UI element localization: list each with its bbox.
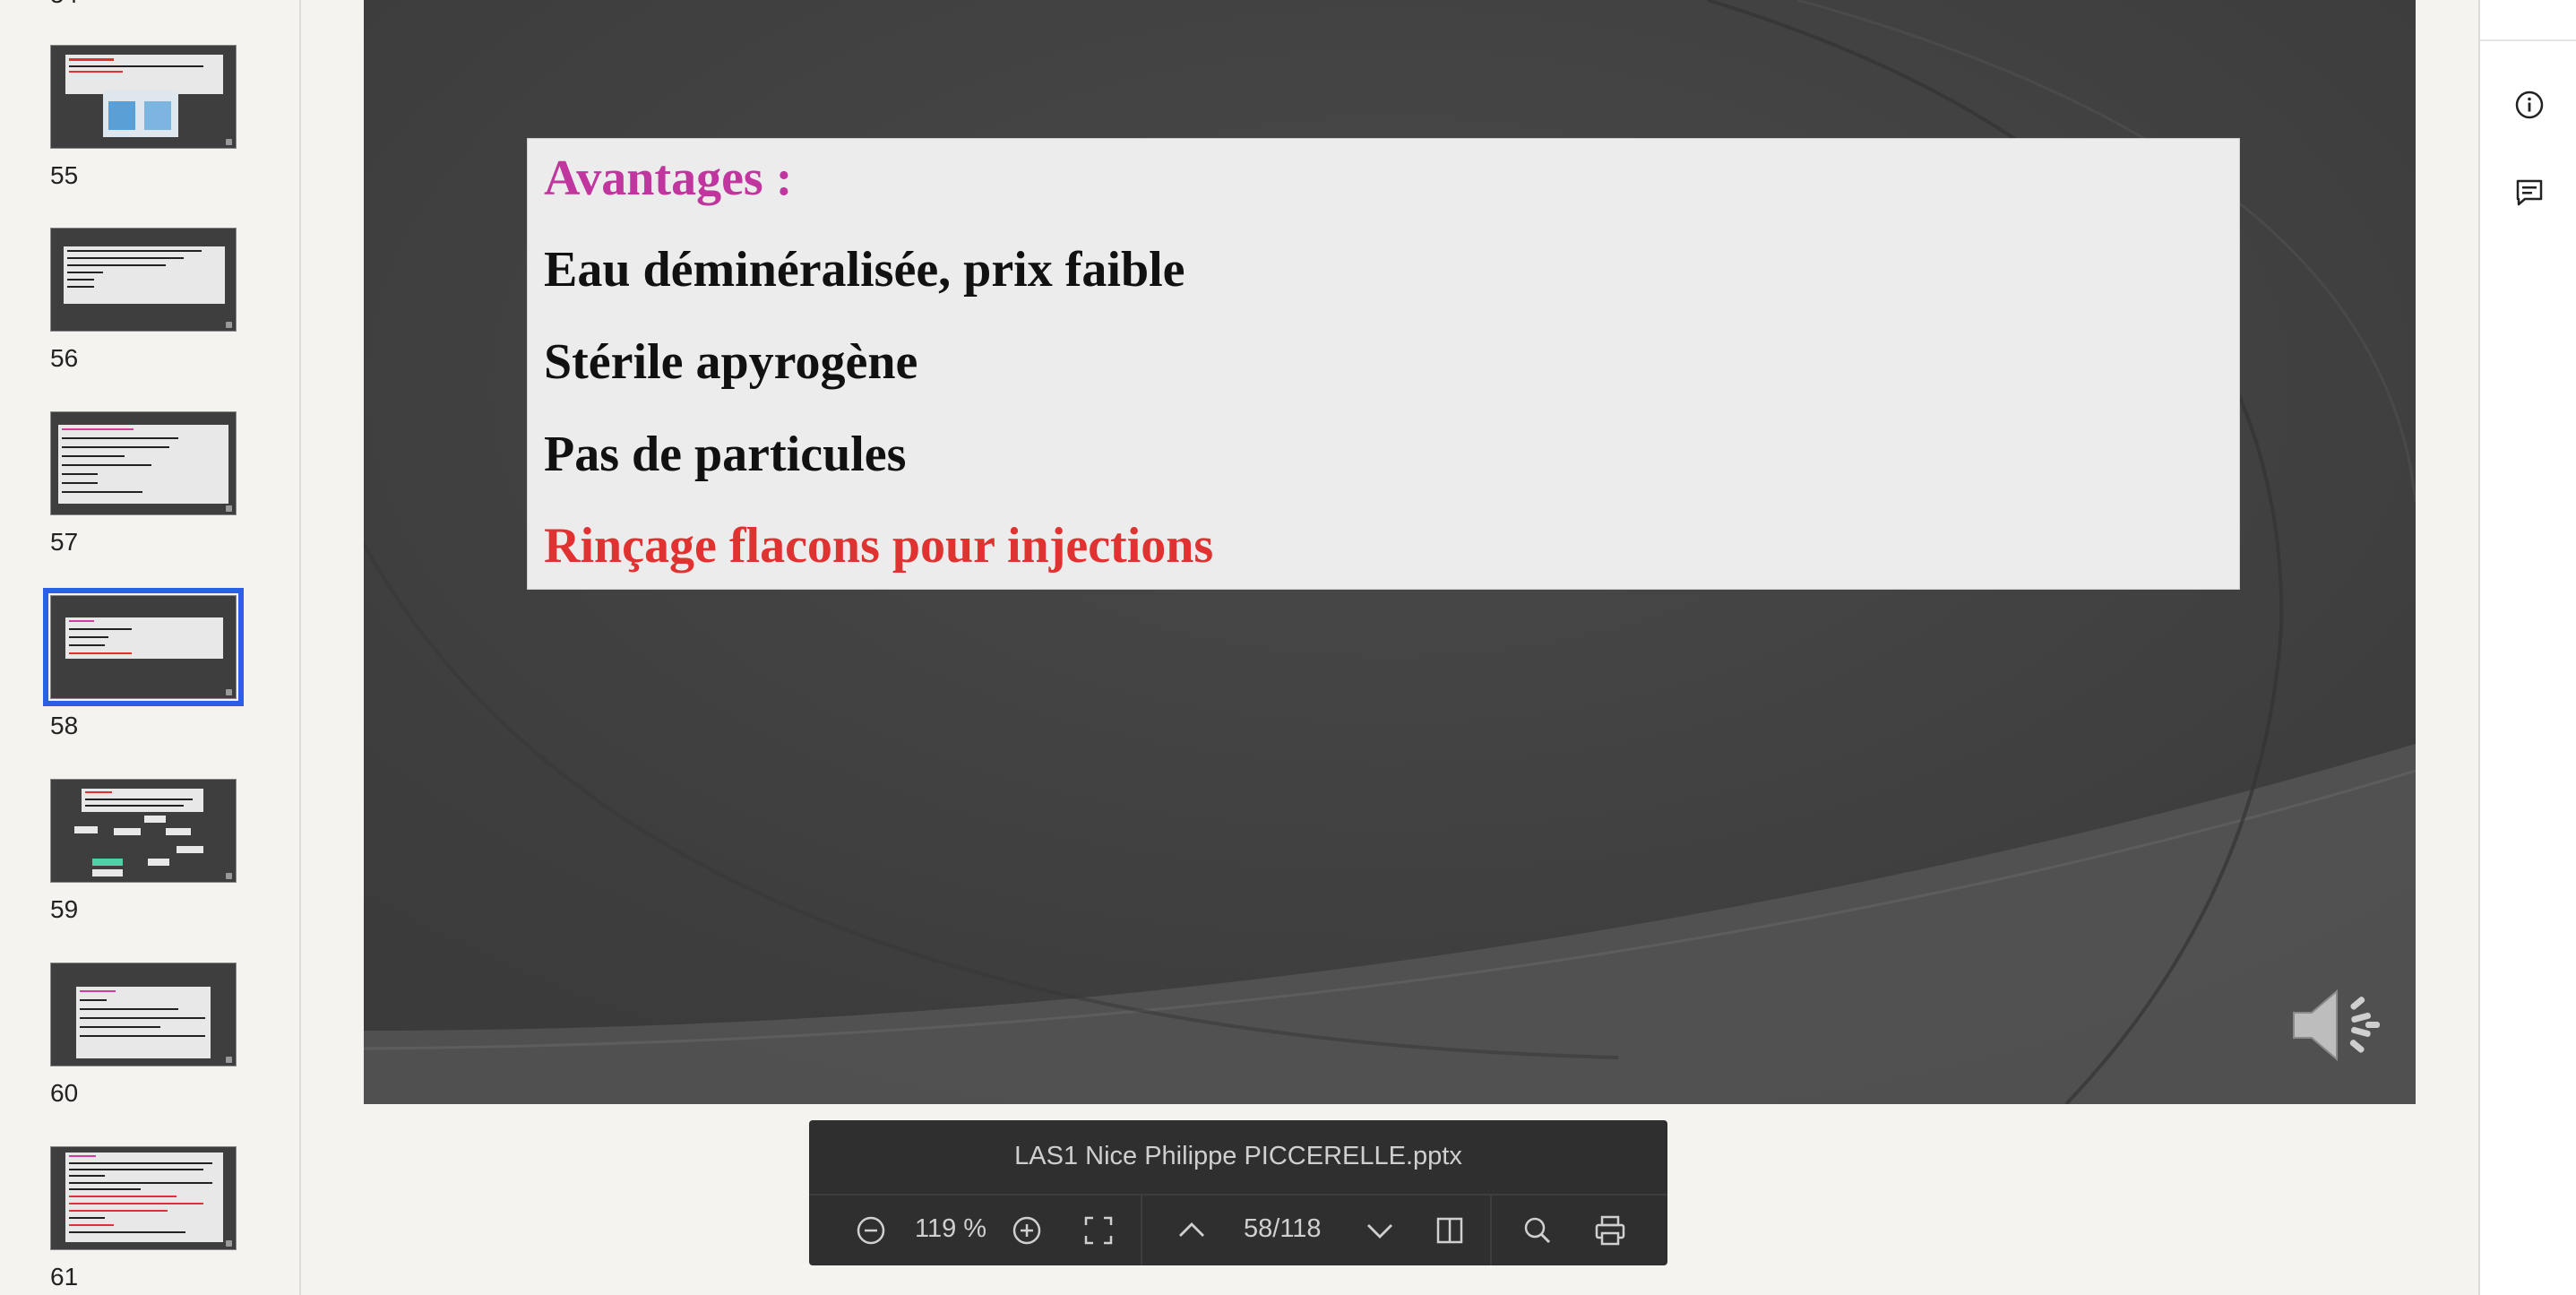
thumbnail-number: 57 (50, 528, 79, 556)
thumbnail-number: 56 (50, 344, 79, 372)
comment-icon[interactable] (2512, 176, 2546, 210)
chevron-up-icon[interactable] (1171, 1210, 1212, 1251)
thumbnail-number: 55 (50, 161, 79, 189)
page-indicator[interactable]: 58/118 (1244, 1214, 1322, 1244)
slide-thumbnail[interactable] (50, 963, 237, 1066)
zoom-in-icon[interactable] (1006, 1210, 1047, 1251)
thumbnail-number: 61 (50, 1263, 79, 1291)
slide-thumbnail[interactable] (50, 779, 237, 883)
rail-divider (2480, 39, 2576, 41)
thumbnail-number: 59 (50, 895, 79, 923)
toolbar-separator (1141, 1196, 1142, 1265)
file-name: LAS1 Nice Philippe PICCERELLE.pptx (1014, 1142, 1462, 1170)
slide-thumbnail[interactable] (50, 45, 237, 149)
fullscreen-icon[interactable] (1078, 1210, 1119, 1251)
right-rail (2478, 0, 2576, 1295)
thumbnail-number: 54 (50, 0, 78, 9)
thumbnail-sidebar[interactable]: 54 55 56 (0, 0, 301, 1295)
slide-line: Pas de particules (544, 427, 907, 482)
slide-line-highlight: Rinçage flacons pour injections (544, 518, 1214, 574)
print-icon[interactable] (1590, 1210, 1631, 1251)
chevron-down-icon[interactable] (1359, 1210, 1400, 1251)
search-icon[interactable] (1517, 1210, 1558, 1251)
thumbnail-number: 58 (50, 712, 79, 739)
slide-thumbnail[interactable] (50, 228, 237, 332)
slide-text-box: Avantages : Eau déminéralisée, prix faib… (527, 138, 2240, 590)
toolbar-divider (809, 1194, 1667, 1196)
slide-canvas: Avantages : Eau déminéralisée, prix faib… (364, 0, 2416, 1104)
slide-heading: Avantages : (544, 151, 793, 206)
slide-line: Stérile apyrogène (544, 334, 918, 390)
zoom-out-icon[interactable] (850, 1210, 892, 1251)
speaker-icon[interactable] (2290, 982, 2383, 1068)
slide-thumbnail[interactable] (50, 411, 237, 515)
split-view-icon[interactable] (1429, 1210, 1470, 1251)
slide-thumbnail[interactable] (50, 1146, 237, 1250)
slide-thumbnail-active[interactable] (43, 588, 244, 706)
slide-line: Eau déminéralisée, prix faible (544, 242, 1185, 298)
zoom-level: 119 % (915, 1214, 987, 1243)
viewer-toolbar: LAS1 Nice Philippe PICCERELLE.pptx 119 %… (809, 1120, 1667, 1265)
info-icon[interactable] (2512, 88, 2546, 122)
toolbar-separator (1490, 1196, 1492, 1265)
thumbnail-number: 60 (50, 1079, 79, 1107)
